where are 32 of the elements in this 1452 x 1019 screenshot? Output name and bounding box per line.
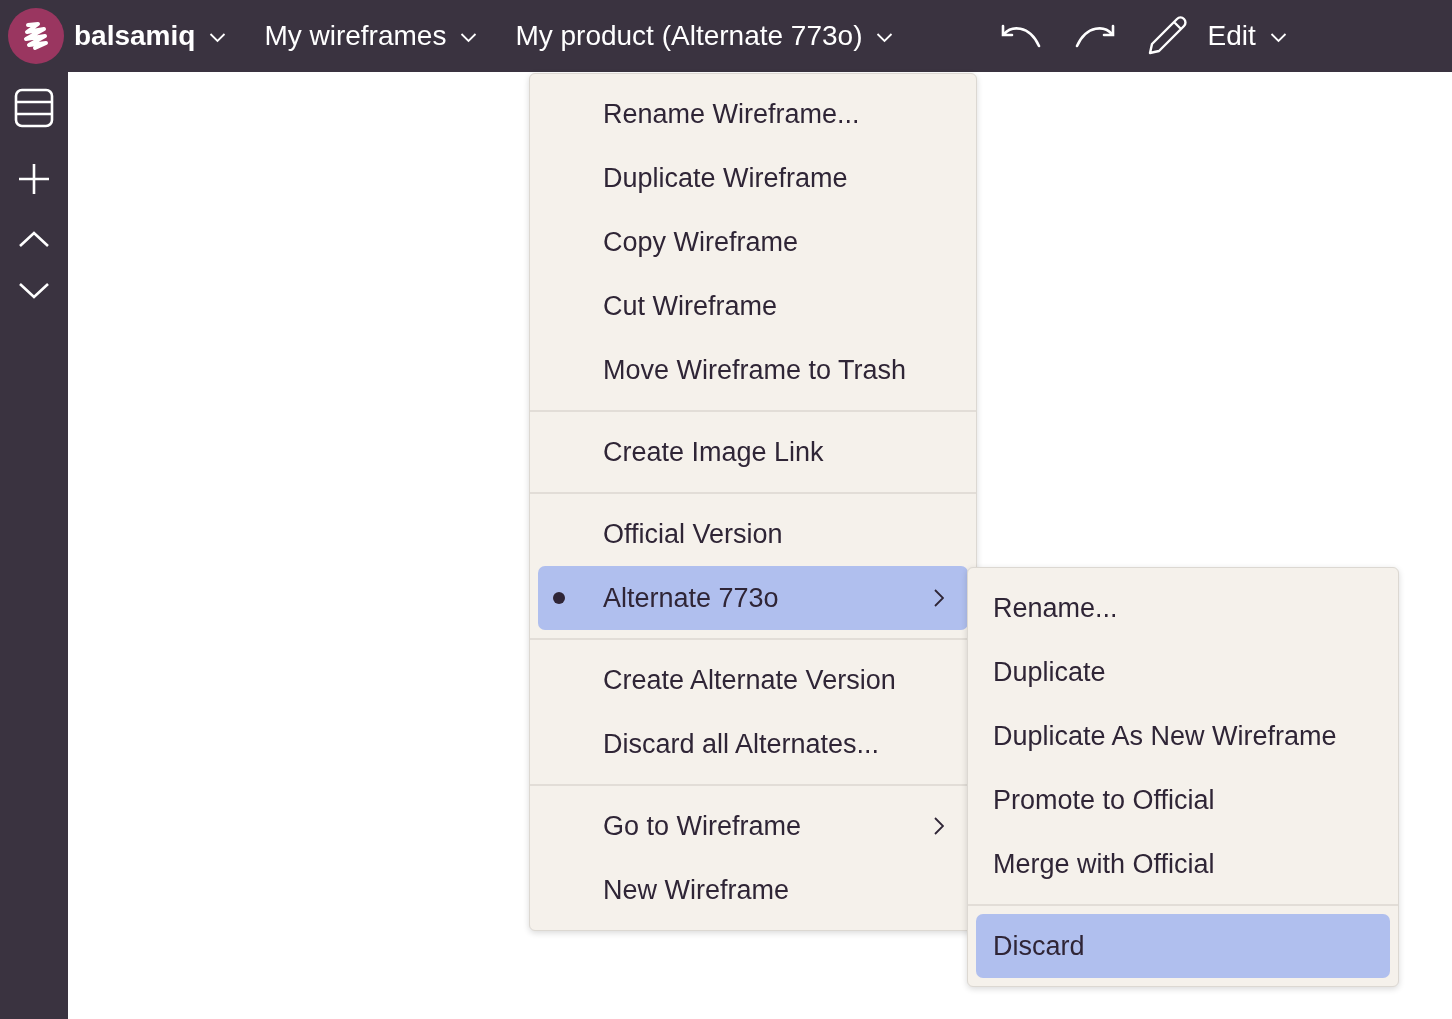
menu-item[interactable]: Merge with Official	[976, 832, 1390, 896]
menu-item[interactable]: Official Version	[538, 502, 968, 566]
chevron-down-icon	[1269, 33, 1287, 43]
chevron-up-icon[interactable]	[18, 230, 50, 248]
menu-item[interactable]: Alternate 773o	[538, 566, 968, 630]
menu-item[interactable]: Discard	[976, 914, 1390, 978]
chevron-down-icon	[876, 33, 894, 43]
menu-item[interactable]: Duplicate Wireframe	[538, 146, 968, 210]
chevron-down-icon[interactable]	[18, 282, 50, 300]
add-icon[interactable]	[17, 162, 51, 196]
menu-item[interactable]: Rename Wireframe...	[538, 82, 968, 146]
menu-item[interactable]: Duplicate	[976, 640, 1390, 704]
menu-item[interactable]: Move Wireframe to Trash	[538, 338, 968, 402]
wireframe-menu-button[interactable]: My product (Alternate 773o)	[515, 20, 894, 52]
menu-item[interactable]: Rename...	[976, 576, 1390, 640]
app-menu-button[interactable]: balsamiq	[74, 20, 227, 52]
menu-item[interactable]: New Wireframe	[538, 858, 968, 922]
menu-item[interactable]: Cut Wireframe	[538, 274, 968, 338]
menu-item[interactable]: Create Image Link	[538, 420, 968, 484]
menu-item[interactable]: Discard all Alternates...	[538, 712, 968, 776]
edit-mode-button[interactable]: Edit	[1207, 20, 1287, 52]
logo-icon[interactable]	[8, 8, 64, 64]
list-view-icon[interactable]	[14, 88, 54, 128]
chevron-down-icon	[460, 33, 478, 43]
project-menu-button[interactable]: My wireframes	[264, 20, 478, 52]
menu-item[interactable]: Copy Wireframe	[538, 210, 968, 274]
menu-item[interactable]: Go to Wireframe	[538, 794, 968, 858]
redo-icon[interactable]	[1073, 22, 1116, 50]
chevron-down-icon	[209, 33, 227, 43]
menu-item[interactable]: Create Alternate Version	[538, 648, 968, 712]
menu-item[interactable]: Duplicate As New Wireframe	[976, 704, 1390, 768]
menu-item[interactable]: Promote to Official	[976, 768, 1390, 832]
